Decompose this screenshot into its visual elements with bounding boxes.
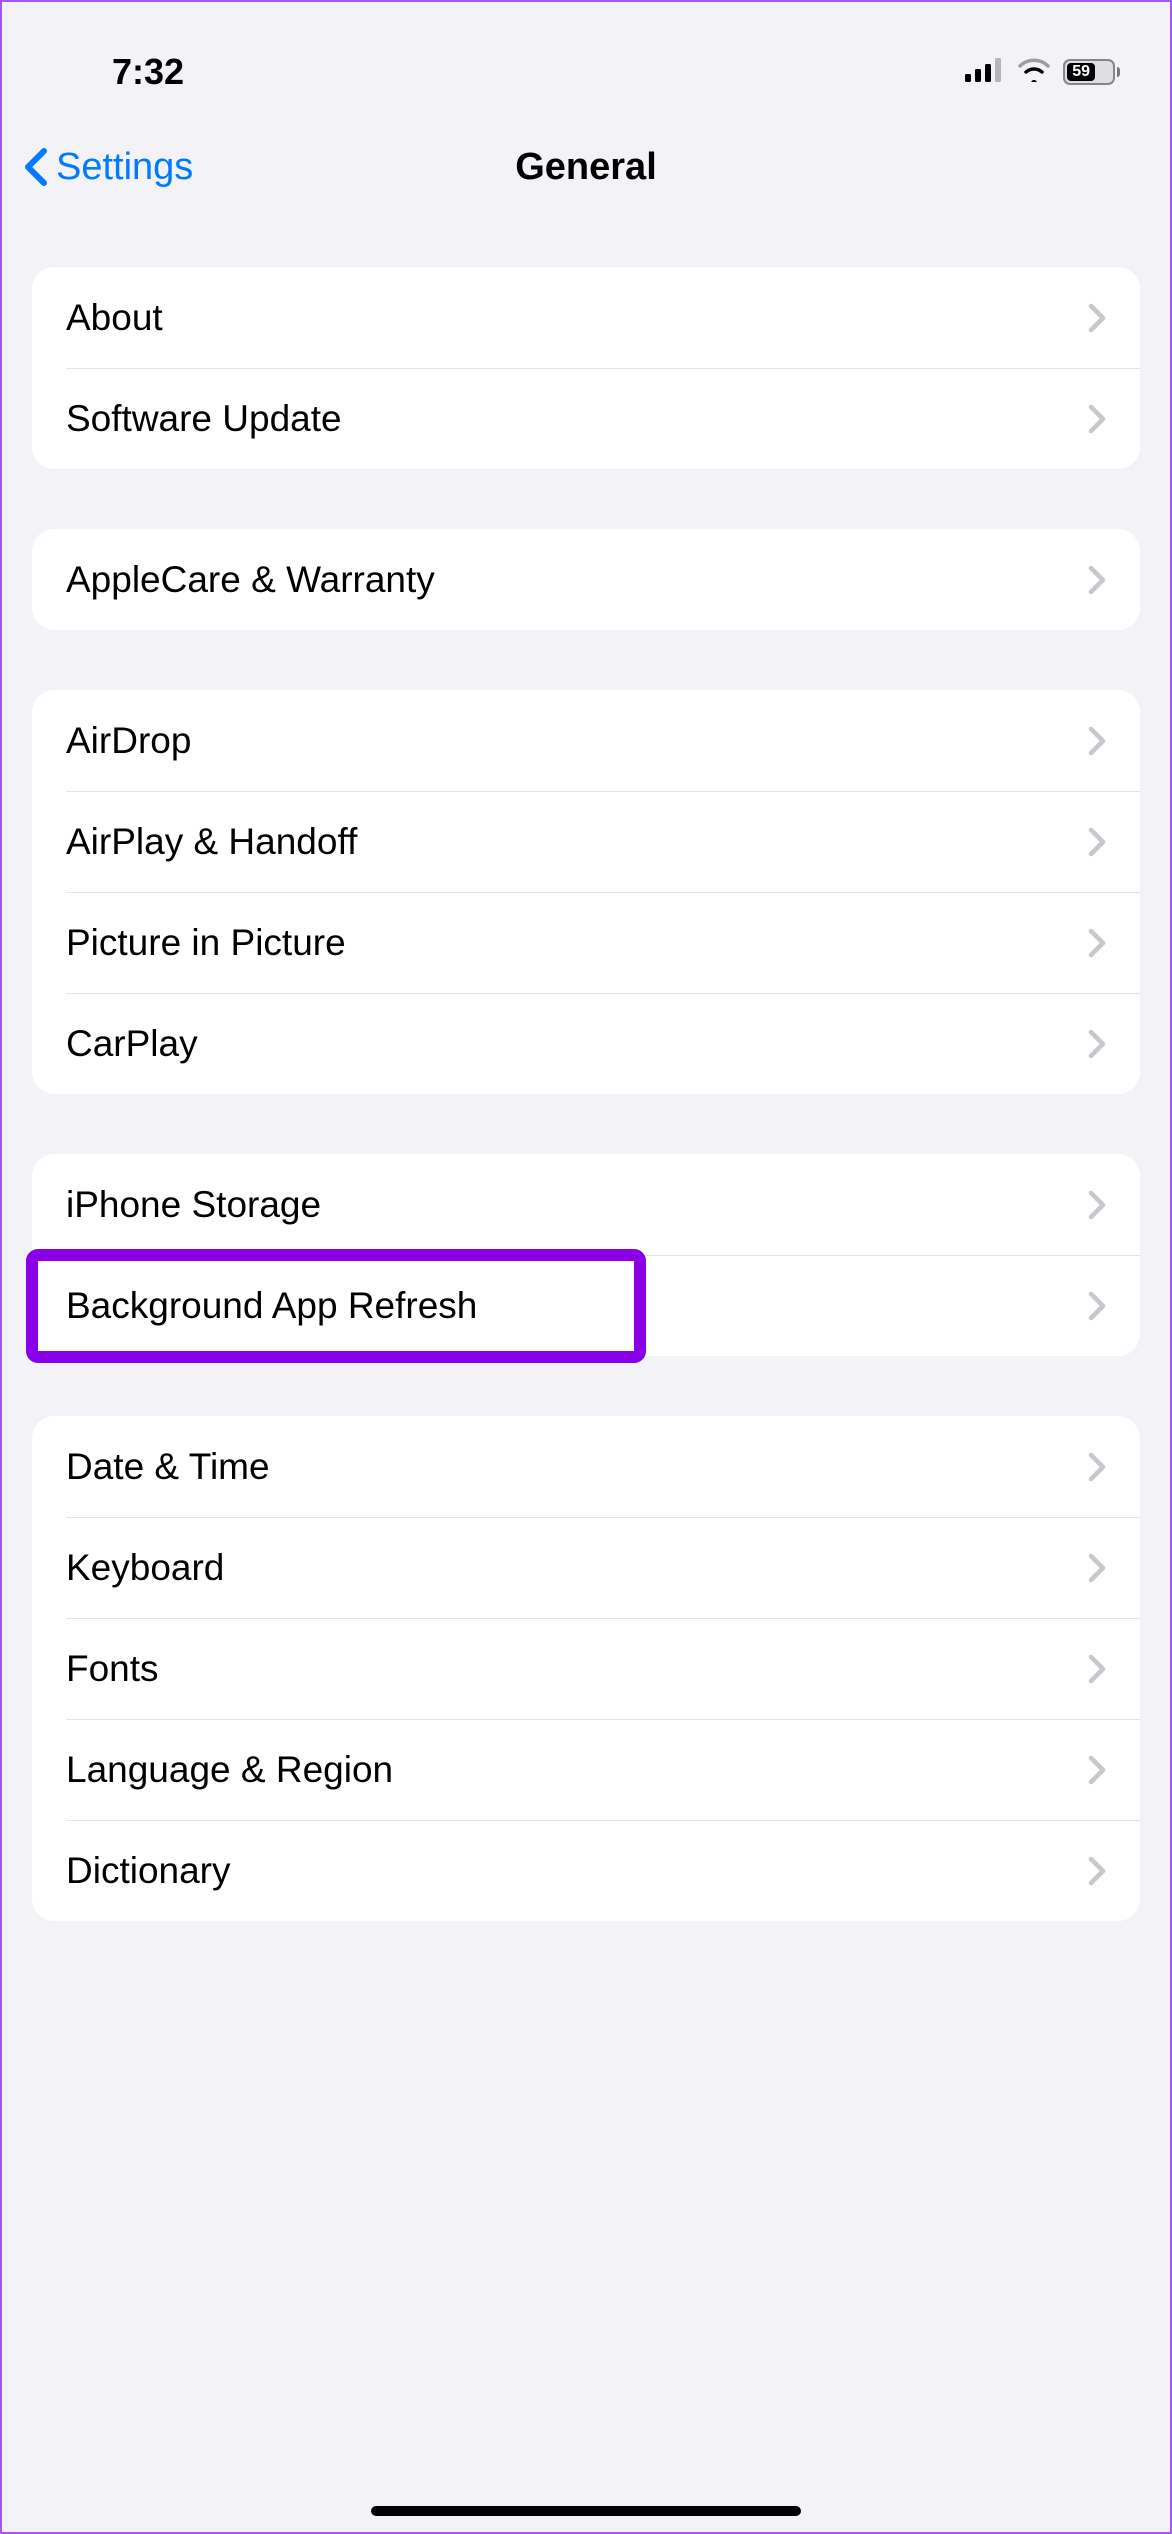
row-iphone-storage[interactable]: iPhone Storage [32, 1154, 1140, 1255]
chevron-right-icon [1088, 1856, 1106, 1886]
row-airdrop[interactable]: AirDrop [32, 690, 1140, 791]
nav-bar: Settings General [2, 112, 1170, 222]
row-label: Background App Refresh [66, 1285, 477, 1327]
row-label: AirPlay & Handoff [66, 821, 357, 863]
chevron-right-icon [1088, 1553, 1106, 1583]
row-picture-in-picture[interactable]: Picture in Picture [32, 892, 1140, 993]
chevron-right-icon [1088, 1291, 1106, 1321]
settings-list: About Software Update AppleCare & Warranty… [2, 267, 1170, 1921]
page-title: General [515, 146, 657, 189]
chevron-right-icon [1088, 1190, 1106, 1220]
row-label: CarPlay [66, 1023, 198, 1065]
chevron-right-icon [1088, 827, 1106, 857]
back-button[interactable]: Settings [22, 146, 193, 189]
row-background-app-refresh[interactable]: Background App Refresh [32, 1255, 1140, 1356]
row-carplay[interactable]: CarPlay [32, 993, 1140, 1094]
status-time: 7:32 [52, 51, 184, 93]
cellular-signal-icon [965, 58, 1005, 87]
settings-group: AirDrop AirPlay & Handoff Picture in Pictu… [32, 690, 1140, 1094]
row-airplay-handoff[interactable]: AirPlay & Handoff [32, 791, 1140, 892]
settings-group: AppleCare & Warranty [32, 529, 1140, 630]
battery-icon: 59 [1063, 59, 1120, 85]
chevron-right-icon [1088, 928, 1106, 958]
chevron-right-icon [1088, 404, 1106, 434]
settings-group: About Software Update [32, 267, 1140, 469]
home-indicator [371, 2506, 801, 2516]
row-label: About [66, 297, 163, 339]
row-keyboard[interactable]: Keyboard [32, 1517, 1140, 1618]
status-icons: 59 [965, 58, 1120, 87]
row-label: AppleCare & Warranty [66, 559, 435, 601]
chevron-left-icon [22, 147, 50, 187]
chevron-right-icon [1088, 565, 1106, 595]
settings-group: Date & Time Keyboard Fonts Language & Regio… [32, 1416, 1140, 1921]
chevron-right-icon [1088, 1755, 1106, 1785]
row-label: AirDrop [66, 720, 191, 762]
row-label: iPhone Storage [66, 1184, 321, 1226]
chevron-right-icon [1088, 303, 1106, 333]
row-date-time[interactable]: Date & Time [32, 1416, 1140, 1517]
row-dictionary[interactable]: Dictionary [32, 1820, 1140, 1921]
status-bar: 7:32 59 [2, 2, 1170, 112]
row-label: Date & Time [66, 1446, 270, 1488]
row-label: Dictionary [66, 1850, 231, 1892]
row-label: Language & Region [66, 1749, 393, 1791]
chevron-right-icon [1088, 726, 1106, 756]
settings-group: iPhone Storage Background App Refresh [32, 1154, 1140, 1356]
row-label: Fonts [66, 1648, 159, 1690]
row-software-update[interactable]: Software Update [32, 368, 1140, 469]
chevron-right-icon [1088, 1029, 1106, 1059]
row-about[interactable]: About [32, 267, 1140, 368]
row-language-region[interactable]: Language & Region [32, 1719, 1140, 1820]
row-label: Keyboard [66, 1547, 224, 1589]
wifi-icon [1017, 58, 1051, 87]
row-label: Software Update [66, 398, 342, 440]
chevron-right-icon [1088, 1654, 1106, 1684]
row-fonts[interactable]: Fonts [32, 1618, 1140, 1719]
back-label: Settings [56, 146, 193, 189]
row-label: Picture in Picture [66, 922, 346, 964]
chevron-right-icon [1088, 1452, 1106, 1482]
row-applecare-warranty[interactable]: AppleCare & Warranty [32, 529, 1140, 630]
